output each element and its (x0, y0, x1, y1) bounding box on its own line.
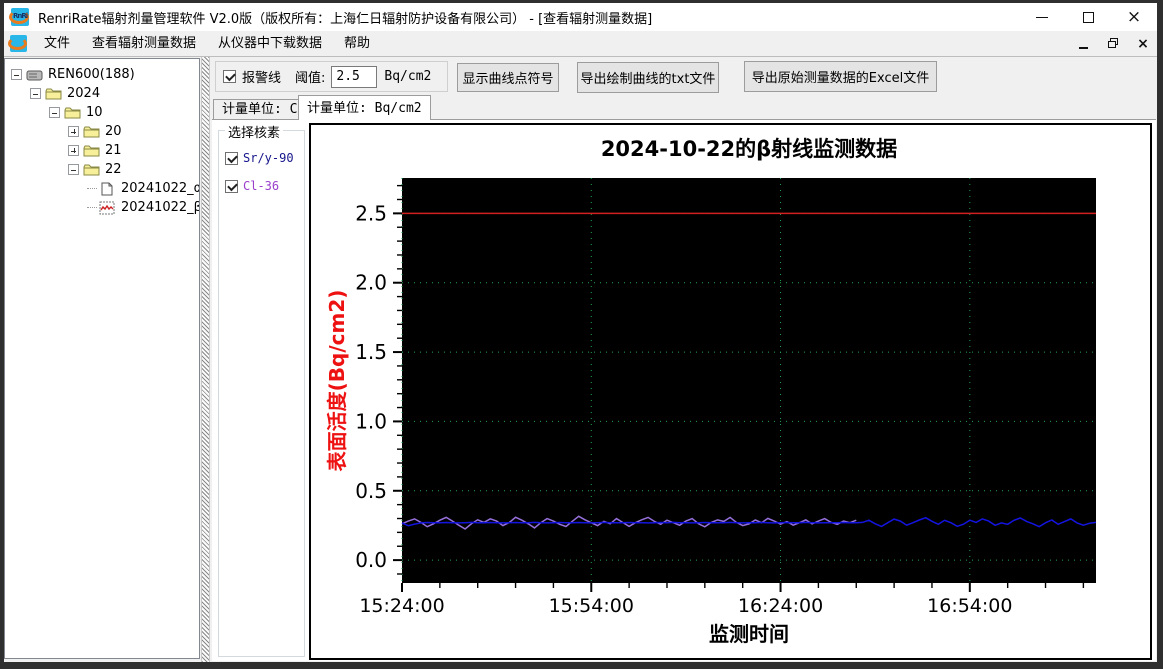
alarm-line-checkbox[interactable] (223, 70, 236, 83)
chart-file-icon (99, 201, 116, 215)
tree-panel: REN600(188) 2024 10 20 21 22 20241022_α 2024102… (4, 58, 200, 659)
mdi-close-button[interactable]: × (1135, 36, 1151, 52)
alarm-groupbox: 报警线 阈值: Bq/cm2 (215, 61, 448, 92)
chart-panel: 15:24:00 15:54:00 16:24:00 16:54:00 0.0 0.5 1.… (309, 123, 1152, 660)
mdi-restore-button[interactable] (1105, 36, 1121, 52)
y-axis-label: 表面活度(Bq/cm2) (325, 290, 349, 472)
folder-icon (83, 125, 100, 139)
close-button[interactable]: × (1111, 3, 1157, 31)
y-tick-label: 2.5 (355, 201, 387, 225)
nuclide-row-Cl-36: Cl-36 (225, 179, 304, 193)
maximize-icon (1082, 11, 1094, 23)
collapse-icon[interactable] (68, 164, 79, 175)
tree-item-20[interactable]: 20 (5, 122, 199, 141)
maximize-button[interactable] (1065, 3, 1111, 31)
threshold-unit: Bq/cm2 (384, 69, 432, 84)
splitter-handle[interactable] (201, 57, 210, 662)
x-tick-label: 15:24:00 (359, 595, 444, 617)
tree-item-20241022_α[interactable]: 20241022_α (5, 179, 199, 198)
folder-icon (45, 87, 62, 101)
tree-item-label: 20241022_α (121, 181, 200, 196)
threshold-label: 阈值: (295, 71, 326, 86)
x-axis-label: 监测时间 (709, 622, 789, 646)
close-icon: × (1126, 6, 1142, 27)
nuclide-groupbox-title: 选择核素 (225, 122, 284, 141)
menu-item-4[interactable]: 帮助 (333, 31, 381, 57)
tree-item-label: 21 (105, 143, 122, 158)
file-icon (99, 182, 116, 196)
tree-item-10[interactable]: 10 (5, 103, 199, 122)
nuclide-checkbox-Sr/y-90[interactable] (225, 151, 238, 165)
x-tick-label: 15:54:00 (549, 595, 634, 617)
expand-icon[interactable] (68, 145, 79, 156)
export-excel-button[interactable]: 导出原始测量数据的Excel文件 (744, 61, 937, 92)
y-tick-label: 0.0 (355, 548, 387, 572)
x-tick-label: 16:54:00 (927, 595, 1012, 617)
tab-page: 选择核素 Sr/y-90 Cl-36 15:24:00 15:54:00 16:24:… (212, 119, 1156, 661)
nuclide-label: Cl-36 (243, 179, 280, 193)
y-tick-label: 1.5 (355, 340, 387, 364)
mdi-minimize-button[interactable] (1075, 36, 1091, 52)
menu-item-2[interactable]: 查看辐射测量数据 (81, 31, 207, 57)
tree-item-label: REN600(188) (48, 67, 135, 82)
window-title: RenriRate辐射剂量管理软件 V2.0版（版权所有：上海仁日辐射防护设备有… (38, 11, 653, 27)
tree-item-label: 20241022_β (121, 200, 200, 215)
nuclide-checkbox-Cl-36[interactable] (225, 179, 238, 193)
export-txt-button[interactable]: 导出绘制曲线的txt文件 (577, 62, 719, 93)
tree-connector (87, 188, 97, 189)
menu-items: 文件 查看辐射测量数据 从仪器中下载数据 帮助 (33, 31, 381, 56)
chart-title: 2024-10-22的β射线监测数据 (601, 137, 897, 161)
folder-icon (83, 144, 100, 158)
tree-item-21[interactable]: 21 (5, 141, 199, 160)
device-icon (26, 68, 43, 82)
y-tick-label: 2.0 (355, 271, 387, 295)
folder-icon (64, 106, 81, 120)
mdi-child-icon (8, 35, 27, 52)
tree-connector (87, 207, 97, 208)
title-bar: RnRi RenriRate辐射剂量管理软件 V2.0版（版权所有：上海仁日辐射… (4, 3, 1157, 31)
tree-item-REN600(188)[interactable]: REN600(188) (5, 65, 199, 84)
folder-icon (83, 163, 100, 177)
app-window: RnRi RenriRate辐射剂量管理软件 V2.0版（版权所有：上海仁日辐射… (0, 0, 1163, 669)
mdi-close-icon: × (1137, 35, 1149, 52)
tree-item-label: 10 (86, 105, 103, 120)
nuclide-row-Sr/y-90: Sr/y-90 (225, 151, 304, 165)
nuclide-label: Sr/y-90 (243, 151, 294, 165)
client-area: REN600(188) 2024 10 20 21 22 20241022_α 2024102… (4, 57, 1157, 662)
collapse-icon[interactable] (30, 88, 41, 99)
minimize-icon (1036, 16, 1048, 18)
menu-item-1[interactable]: 文件 (33, 31, 81, 57)
tree-item-20241022_β[interactable]: 20241022_β (5, 198, 199, 217)
nuclide-groupbox: 选择核素 Sr/y-90 Cl-36 (218, 122, 305, 657)
unit-tabs: 计量单位: CPS 计量单位: Bq/cm2 (212, 95, 1157, 120)
mdi-restore-icon (1107, 38, 1119, 49)
y-tick-label: 1.0 (355, 409, 387, 433)
menu-bar: 文件 查看辐射测量数据 从仪器中下载数据 帮助 × (4, 31, 1157, 57)
threshold-input[interactable] (331, 65, 378, 88)
app-logo-icon: RnRi (9, 8, 29, 26)
tree-item-label: 22 (105, 162, 122, 177)
collapse-icon[interactable] (11, 69, 22, 80)
tab-unit-bqcm2[interactable]: 计量单位: Bq/cm2 (298, 95, 431, 120)
monitoring-chart: 15:24:00 15:54:00 16:24:00 16:54:00 0.0 0.5 1.… (325, 137, 1097, 646)
tree-item-label: 20 (105, 124, 122, 139)
right-panel: 报警线 阈值: Bq/cm2 显示曲线点符号 导出绘制曲线的txt文件 导出原始… (212, 57, 1157, 662)
expand-icon[interactable] (68, 126, 79, 137)
menu-item-3[interactable]: 从仪器中下载数据 (207, 31, 333, 57)
alarm-line-label: 报警线 (242, 71, 282, 86)
mdi-minimize-icon (1078, 46, 1088, 49)
tree-item-label: 2024 (67, 86, 101, 101)
tree-item-2024[interactable]: 2024 (5, 84, 199, 103)
nuclide-list: Sr/y-90 Cl-36 (219, 151, 304, 193)
y-tick-label: 0.5 (355, 479, 387, 503)
collapse-icon[interactable] (49, 107, 60, 118)
x-tick-label: 16:24:00 (738, 595, 823, 617)
tree-item-22[interactable]: 22 (5, 160, 199, 179)
minimize-button[interactable] (1019, 3, 1065, 31)
show-curve-points-button[interactable]: 显示曲线点符号 (457, 63, 559, 92)
